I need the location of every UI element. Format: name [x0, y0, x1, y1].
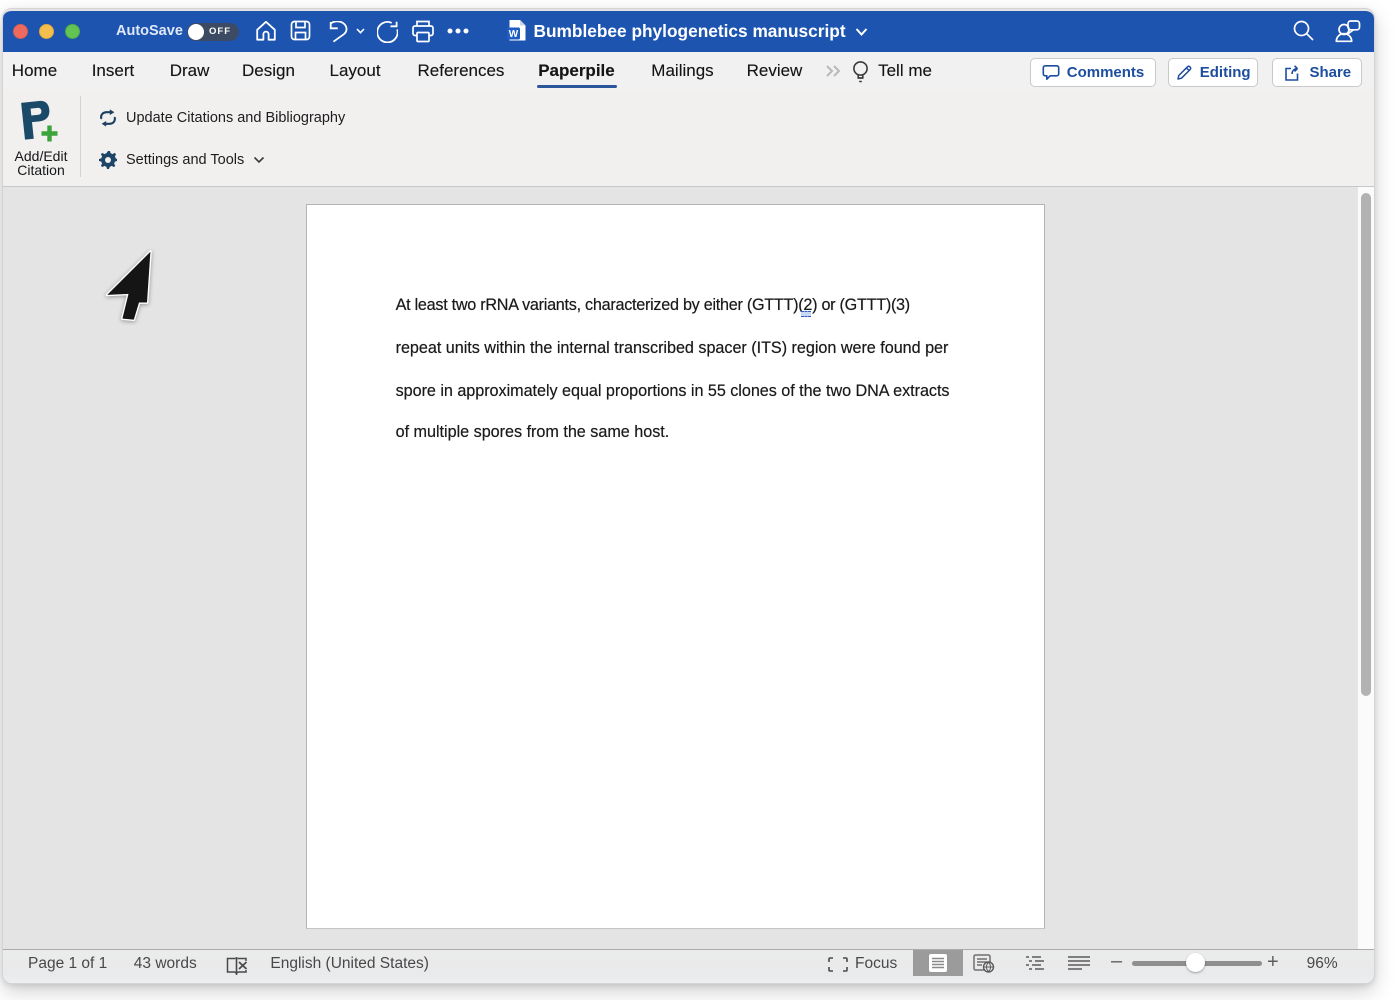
svg-text:W: W — [509, 29, 519, 40]
